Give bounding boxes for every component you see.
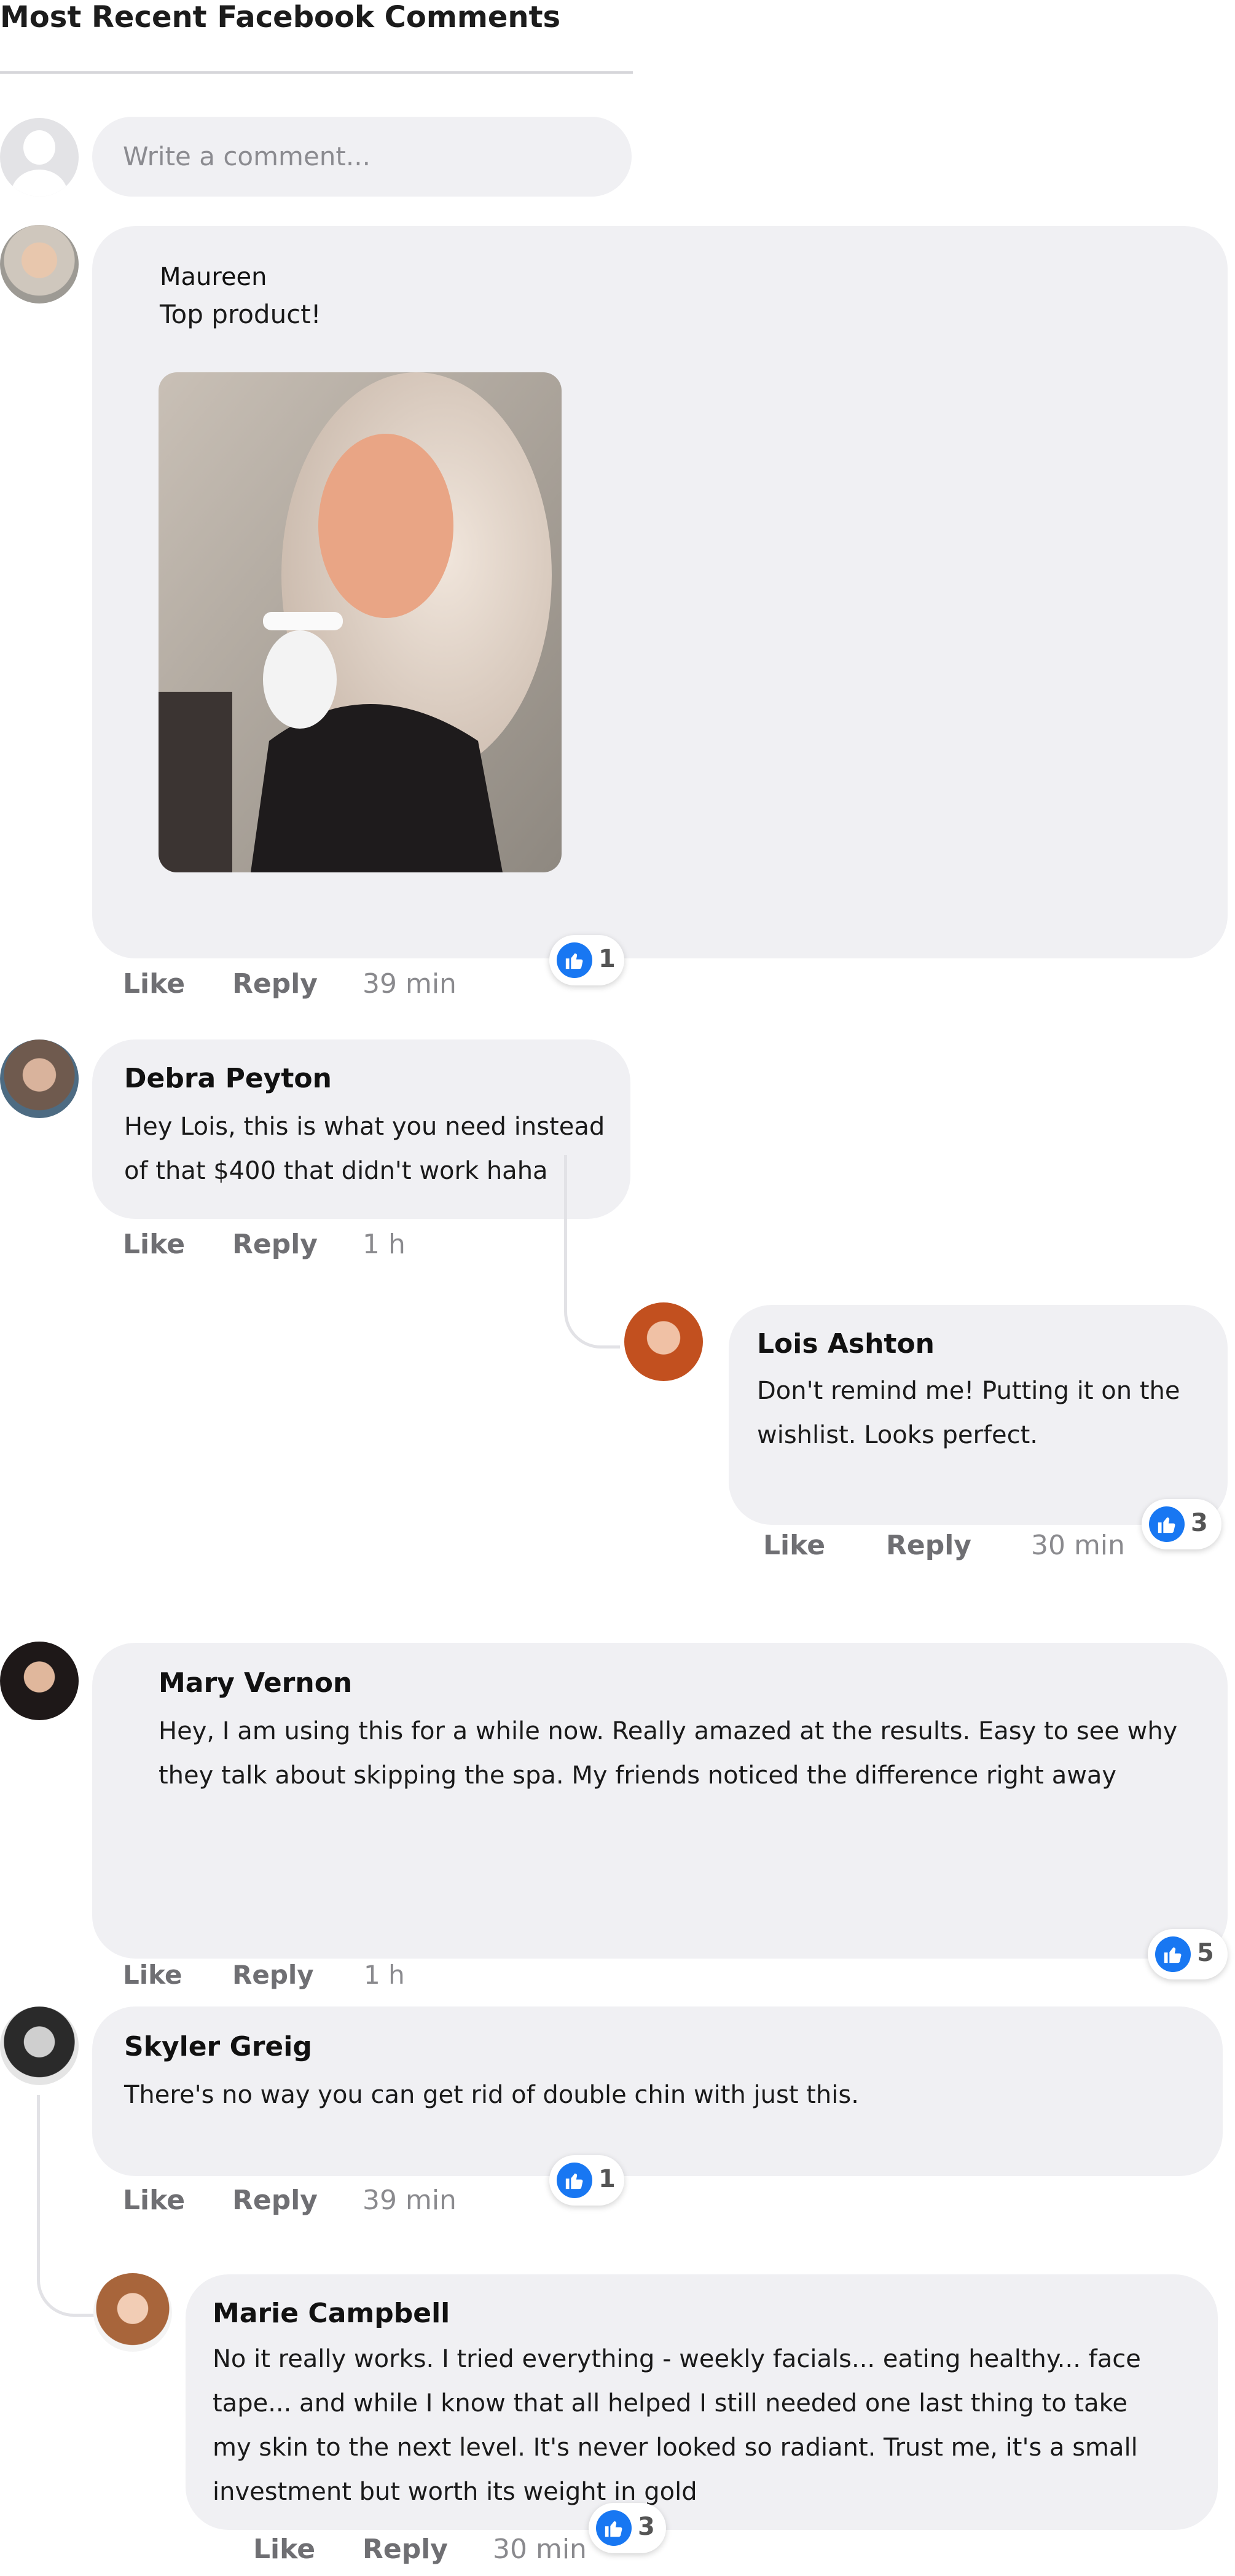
like-button[interactable]: Like xyxy=(123,2185,185,2216)
reaction-badge[interactable]: 1 xyxy=(549,2155,624,2206)
comment-author[interactable]: Maureen xyxy=(160,263,267,291)
comment-author[interactable]: Skyler Greig xyxy=(124,2031,312,2062)
section-title: Most Recent Facebook Comments xyxy=(0,0,561,34)
comment-text: There's no way you can get rid of double… xyxy=(124,2081,859,2109)
comment-author[interactable]: Lois Ashton xyxy=(757,1328,935,1360)
comment-bubble: Marie Campbell No it really works. I tri… xyxy=(186,2274,1218,2530)
reaction-count: 5 xyxy=(1197,1939,1214,1967)
reaction-count: 1 xyxy=(598,2165,616,2193)
reaction-badge[interactable]: 3 xyxy=(589,2503,666,2553)
avatar-skyler-greig[interactable] xyxy=(0,2006,79,2085)
product-photo-image xyxy=(159,372,562,872)
reply-thread-line xyxy=(37,2095,95,2317)
comment-author[interactable]: Marie Campbell xyxy=(213,2298,450,2329)
user-silhouette-icon xyxy=(23,130,55,165)
reply-button[interactable]: Reply xyxy=(232,1960,314,1990)
thumbs-up-icon xyxy=(596,2510,632,2546)
comment-text: No it really works. I tried everything -… xyxy=(213,2345,1141,2506)
reply-button[interactable]: Reply xyxy=(363,2534,448,2565)
like-button[interactable]: Like xyxy=(123,1960,182,1990)
comment-author[interactable]: Mary Vernon xyxy=(159,1667,352,1699)
comment-photo[interactable] xyxy=(159,372,562,872)
comment-text: Don't remind me! Putting it on the wishl… xyxy=(757,1377,1180,1449)
avatar-debra-peyton[interactable] xyxy=(0,1039,79,1118)
avatar-marie-campbell[interactable] xyxy=(93,2273,172,2352)
comment-time[interactable]: 39 min xyxy=(363,968,457,1000)
reaction-badge[interactable]: 1 xyxy=(549,935,624,985)
thumbs-up-icon xyxy=(557,942,592,978)
avatar-maureen[interactable] xyxy=(0,225,79,303)
reply-thread-line xyxy=(564,1155,620,1349)
comment-author[interactable]: Debra Peyton xyxy=(124,1063,332,1094)
reaction-count: 3 xyxy=(1191,1509,1208,1537)
comment-bubble: Debra Peyton Hey Lois, this is what you … xyxy=(92,1039,630,1219)
comment-text: Top product! xyxy=(160,299,321,329)
thumbs-up-icon xyxy=(557,2163,592,2198)
reply-button[interactable]: Reply xyxy=(232,2185,318,2216)
reaction-count: 3 xyxy=(638,2513,655,2541)
reply-button[interactable]: Reply xyxy=(232,1229,318,1260)
comment-time[interactable]: 30 min xyxy=(1031,1530,1125,1561)
thumbs-up-icon xyxy=(1155,1936,1191,1972)
thumbs-up-icon xyxy=(1149,1506,1185,1542)
comment-input[interactable]: Write a comment... xyxy=(92,117,632,197)
avatar-mary-vernon[interactable] xyxy=(0,1642,79,1720)
comment-time[interactable]: 1 h xyxy=(364,1960,405,1990)
comment-bubble: Maureen Top product! xyxy=(92,226,1228,958)
reply-button[interactable]: Reply xyxy=(886,1530,971,1561)
comment-text: Hey Lois, this is what you need instead … xyxy=(124,1113,605,1185)
reaction-badge[interactable]: 5 xyxy=(1148,1929,1228,1979)
comment-time[interactable]: 30 min xyxy=(493,2534,587,2565)
comment-bubble: Skyler Greig There's no way you can get … xyxy=(92,2006,1223,2176)
reaction-count: 1 xyxy=(598,945,616,973)
reaction-badge[interactable]: 3 xyxy=(1142,1499,1221,1549)
like-button[interactable]: Like xyxy=(123,1229,185,1260)
title-divider xyxy=(0,71,633,74)
comment-input-placeholder: Write a comment... xyxy=(123,141,370,171)
reply-button[interactable]: Reply xyxy=(232,968,318,1000)
like-button[interactable]: Like xyxy=(253,2534,315,2565)
comment-bubble: Mary Vernon Hey, I am using this for a w… xyxy=(92,1643,1228,1959)
comment-bubble: Lois Ashton Don't remind me! Putting it … xyxy=(729,1305,1228,1525)
avatar-lois-ashton[interactable] xyxy=(624,1302,703,1381)
comment-text: Hey, I am using this for a while now. Re… xyxy=(159,1717,1178,1790)
comment-time[interactable]: 1 h xyxy=(363,1229,406,1260)
like-button[interactable]: Like xyxy=(763,1530,825,1561)
comment-time[interactable]: 39 min xyxy=(363,2185,457,2216)
like-button[interactable]: Like xyxy=(123,968,185,1000)
current-user-avatar xyxy=(0,118,79,197)
